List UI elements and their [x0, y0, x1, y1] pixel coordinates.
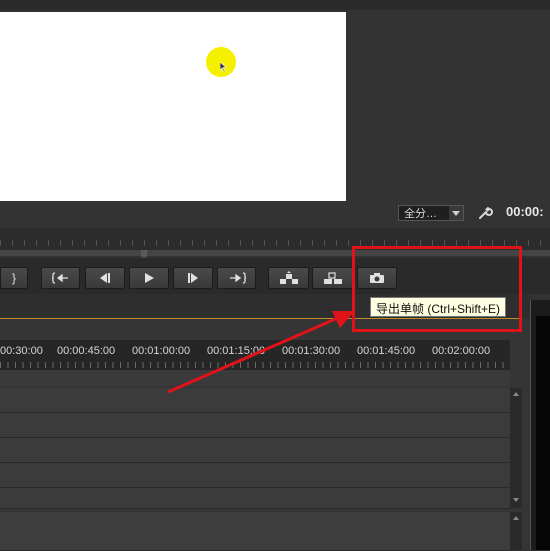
- ruler-label: 00:30:00: [0, 345, 43, 357]
- zoom-level-select[interactable]: 全分…: [398, 205, 464, 221]
- step-back-button[interactable]: [85, 267, 125, 289]
- annotation-highlight-box: [352, 246, 522, 332]
- chevron-down-icon: [449, 206, 463, 220]
- panel-resize-handle[interactable]: |||: [140, 250, 148, 258]
- ruler-label: 00:01:30:00: [282, 345, 341, 357]
- ruler-label: 00:01:15:00: [207, 345, 266, 357]
- lift-icon: [279, 271, 298, 284]
- step-forward-icon: [188, 273, 198, 283]
- ruler-ticks: [0, 362, 510, 368]
- zoom-level-label: 全分…: [404, 208, 437, 220]
- timeline-track[interactable]: [0, 463, 510, 488]
- step-forward-button[interactable]: [173, 267, 213, 289]
- go-to-in-icon: [51, 272, 68, 284]
- ruler-label: 00:02:00:00: [432, 345, 491, 357]
- go-to-in-point-button[interactable]: [41, 267, 80, 289]
- go-to-out-point-button[interactable]: [217, 267, 256, 289]
- timecode-display[interactable]: 00:00:: [506, 204, 544, 219]
- vertical-scrollbar[interactable]: [510, 388, 522, 508]
- scroll-up-icon[interactable]: [513, 392, 519, 396]
- ruler-label: 00:00:45:00: [57, 345, 116, 357]
- mouse-cursor-icon: [220, 62, 227, 72]
- play-button[interactable]: [129, 267, 169, 289]
- extract-button[interactable]: [312, 267, 353, 289]
- wrench-icon[interactable]: [477, 206, 493, 220]
- scroll-up-icon[interactable]: [513, 516, 519, 520]
- lift-button[interactable]: [268, 267, 309, 289]
- timeline-track[interactable]: [0, 413, 510, 438]
- audio-meter: [536, 316, 550, 550]
- mark-out-button[interactable]: }: [0, 267, 28, 289]
- ruler-label: 00:01:45:00: [357, 345, 416, 357]
- ruler-label: 00:01:00:00: [132, 345, 191, 357]
- timeline-track[interactable]: [0, 512, 510, 551]
- mark-out-icon: }: [11, 271, 16, 285]
- timeline-track[interactable]: [0, 388, 510, 413]
- step-back-icon: [100, 273, 110, 283]
- extract-icon: [323, 272, 342, 284]
- timeline-track[interactable]: [0, 488, 510, 509]
- scroll-down-icon[interactable]: [513, 498, 519, 502]
- go-to-out-icon: [229, 272, 246, 284]
- timeline-track[interactable]: [0, 438, 510, 463]
- play-icon: [145, 273, 154, 283]
- export-frame-tooltip: 导出单帧 (Ctrl+Shift+E): [370, 297, 507, 317]
- program-monitor-frame[interactable]: [0, 12, 346, 201]
- ruler-lower-band: [0, 370, 510, 386]
- panel-top-strip: [0, 0, 550, 10]
